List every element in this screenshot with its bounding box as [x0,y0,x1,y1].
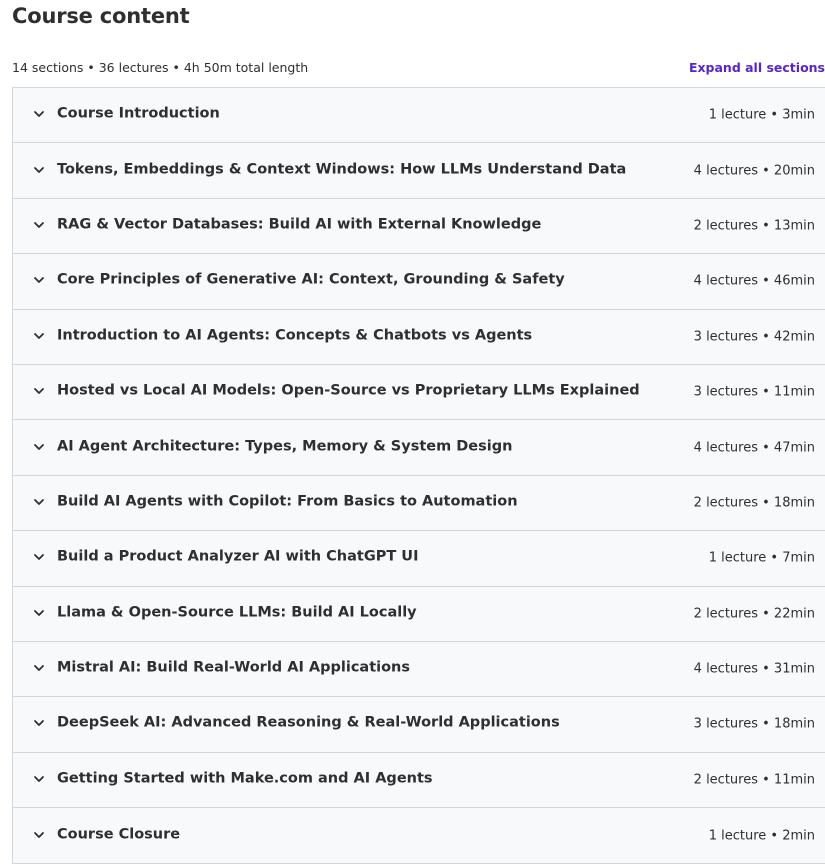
section-item-4[interactable]: Core Principles of Generative AI: Contex… [13,254,825,310]
section-title: DeepSeek AI: Advanced Reasoning & Real-W… [57,715,560,732]
chevron-down-icon [34,775,44,782]
section-item-11[interactable]: Mistral AI: Build Real-World AI Applicat… [13,641,825,698]
chevron-down-icon [34,111,44,118]
section-item-12[interactable]: DeepSeek AI: Advanced Reasoning & Real-W… [13,697,825,753]
section-meta: 4 lectures • 20min [693,163,815,179]
chevron-down-icon [34,720,44,727]
chevron-down-icon [34,443,44,450]
section-meta: 2 lectures • 18min [693,495,815,511]
section-title: Getting Started with Make.com and AI Age… [57,770,433,787]
chevron-down-icon [34,609,44,616]
course-summary: 14 sections • 36 lectures • 4h 50m total… [12,60,309,75]
section-meta: 3 lectures • 11min [693,384,815,400]
section-meta: 1 lecture • 2min [708,828,815,844]
section-meta: 4 lectures • 46min [693,273,815,289]
section-title: RAG & Vector Databases: Build AI with Ex… [57,216,542,233]
section-meta: 1 lecture • 7min [708,550,815,566]
chevron-down-icon [34,554,44,561]
section-title: Hosted vs Local AI Models: Open-Source v… [57,382,640,399]
section-item-5[interactable]: Introduction to AI Agents: Concepts & Ch… [13,309,825,365]
chevron-down-icon [34,499,44,505]
section-meta: 4 lectures • 47min [693,440,815,456]
section-title: Introduction to AI Agents: Concepts & Ch… [57,327,533,344]
section-meta: 3 lectures • 42min [693,329,815,345]
chevron-down-icon [34,388,44,395]
section-title: Course Introduction [57,105,220,122]
section-title: Tokens, Embeddings & Context Windows: Ho… [57,161,627,178]
chevron-down-icon [34,277,44,284]
course-summary-row: 14 sections • 36 lectures • 4h 50m total… [12,60,825,76]
section-item-8[interactable]: Build AI Agents with Copilot: From Basic… [13,475,825,532]
section-item-13[interactable]: Getting Started with Make.com and AI Age… [13,752,825,809]
section-item-6[interactable]: Hosted vs Local AI Models: Open-Source v… [13,364,825,421]
section-title: Build a Product Analyzer AI with ChatGPT… [57,549,419,566]
section-meta: 2 lectures • 11min [693,772,815,788]
section-meta: 1 lecture • 3min [708,107,815,123]
section-meta: 4 lectures • 31min [693,661,815,677]
section-item-3[interactable]: RAG & Vector Databases: Build AI with Ex… [13,198,825,255]
chevron-down-icon [34,222,44,228]
section-meta: 3 lectures • 18min [693,716,815,732]
section-title: Core Principles of Generative AI: Contex… [57,272,565,289]
section-title: Llama & Open-Source LLMs: Build AI Local… [57,604,417,621]
expand-all-sections-button[interactable]: Expand all sections [689,60,825,75]
page-title: Course content [12,4,190,28]
chevron-down-icon [34,831,44,838]
section-title: Mistral AI: Build Real-World AI Applicat… [57,659,411,676]
section-item-7[interactable]: AI Agent Architecture: Types, Memory & S… [13,420,825,476]
section-title: AI Agent Architecture: Types, Memory & S… [57,438,513,455]
section-item-9[interactable]: Build a Product Analyzer AI with ChatGPT… [13,531,825,587]
section-meta: 2 lectures • 22min [693,606,815,622]
chevron-down-icon [34,665,44,671]
section-item-2[interactable]: Tokens, Embeddings & Context Windows: Ho… [13,143,825,199]
section-item-10[interactable]: Llama & Open-Source LLMs: Build AI Local… [13,586,825,642]
chevron-down-icon [34,332,44,339]
section-item-1[interactable]: Course Introduction 1 lecture • 3min [13,88,825,144]
section-item-14[interactable]: Course Closure 1 lecture • 2min [13,808,825,864]
section-title: Course Closure [57,826,181,843]
chevron-down-icon [34,166,44,173]
section-meta: 2 lectures • 13min [693,218,815,234]
sections-list: Course Introduction 1 lecture • 3min Tok… [12,87,825,864]
section-title: Build AI Agents with Copilot: From Basic… [57,493,518,510]
